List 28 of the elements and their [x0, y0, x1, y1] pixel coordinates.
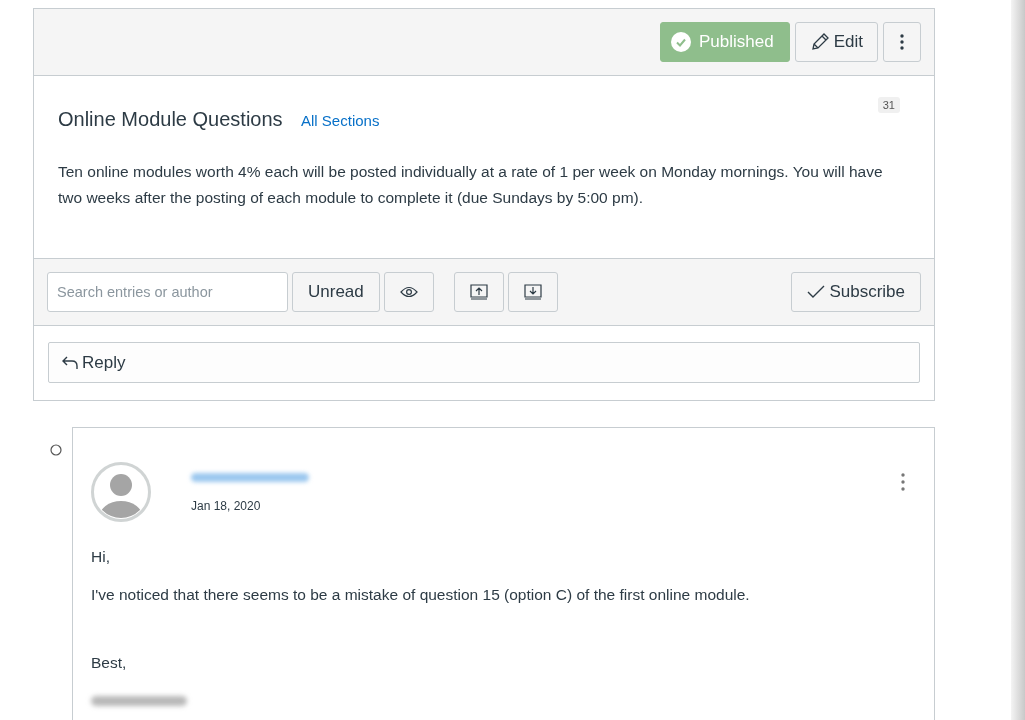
edit-button[interactable]: Edit: [794, 22, 878, 62]
reply-arrow-icon: [61, 354, 79, 371]
unread-button[interactable]: Unread: [292, 272, 380, 312]
collapse-button[interactable]: [507, 272, 558, 312]
view-button[interactable]: [383, 272, 434, 312]
read-status-icon[interactable]: [50, 444, 62, 456]
more-options-button[interactable]: [883, 22, 921, 62]
message-paragraph: Best,: [91, 654, 128, 672]
sections-link[interactable]: All Sections: [301, 112, 380, 129]
download-icon: [523, 284, 542, 300]
subscribe-button[interactable]: Subscribe: [791, 272, 921, 312]
message-paragraph: I've noticed that there seems to be a mistake of question 15 (option C) of the first online module.: [91, 586, 751, 604]
expand-button[interactable]: [453, 272, 504, 312]
topic-title: Online Module Questions: [58, 108, 283, 131]
post-date: Jan 18, 2020: [191, 499, 261, 513]
kebab-icon: [900, 34, 904, 50]
pencil-icon: [809, 32, 830, 52]
topic-message: Ten online modules worth 4% each will be posted individually at a rate of 1 per week on Monday mornings. You will have two weeks after the posting of each module to complete it (due Sundays by 5:00 pm).: [58, 162, 884, 208]
count-badge: 31: [877, 97, 900, 113]
reply-button[interactable]: Reply: [48, 342, 920, 383]
check-circle-icon: [671, 32, 692, 52]
message-paragraph: Hi,: [91, 548, 111, 566]
check-icon: [807, 285, 826, 299]
kebab-icon[interactable]: [900, 472, 906, 492]
eye-icon: [399, 286, 418, 298]
search-field[interactable]: Search entries or author: [47, 272, 288, 312]
upload-icon: [469, 284, 488, 300]
avatar-icon: [91, 462, 151, 522]
